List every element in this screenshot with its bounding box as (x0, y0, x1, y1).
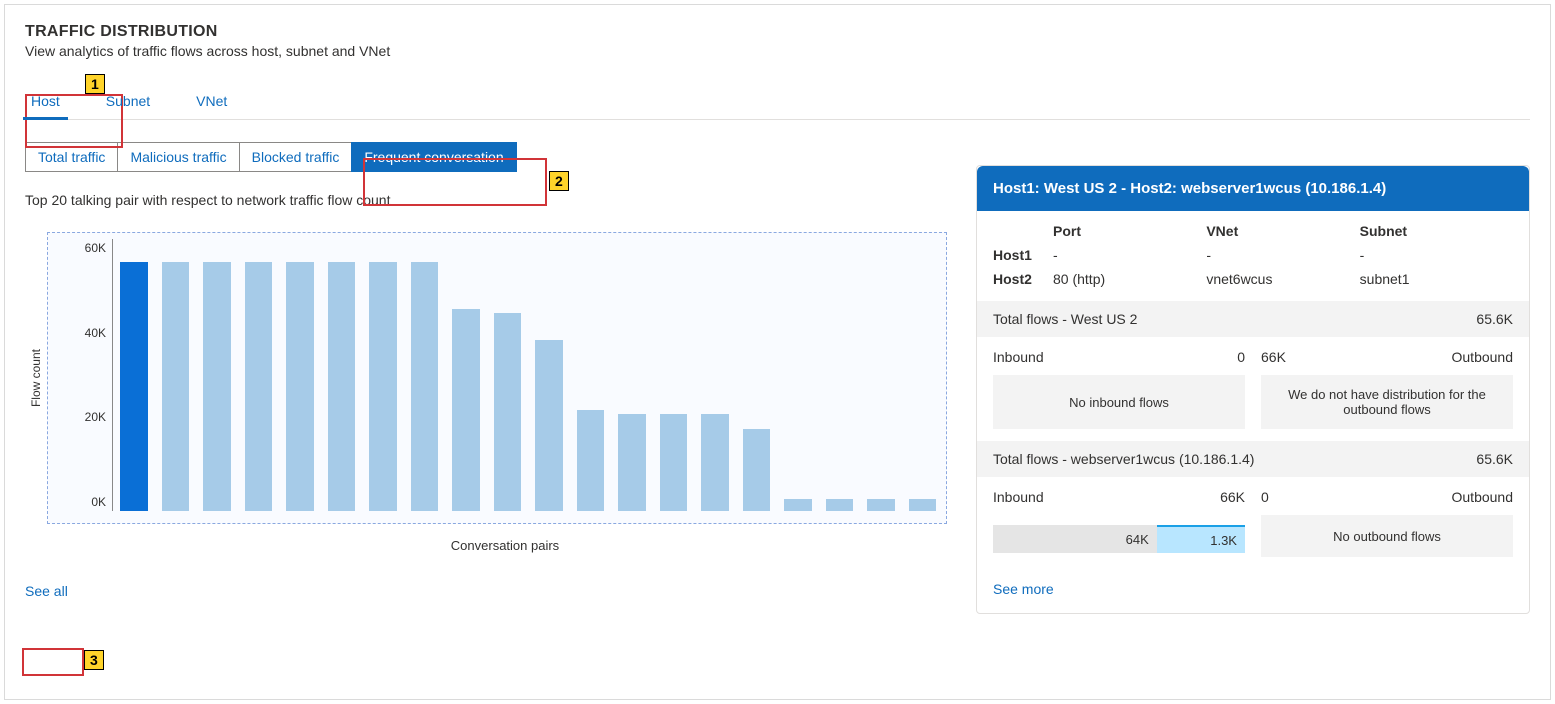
s1-no-inbound-msg: No inbound flows (993, 375, 1245, 429)
scope-tabs: Host Subnet VNet (25, 85, 1530, 120)
chart-bar[interactable] (784, 499, 812, 511)
highlight-3 (22, 648, 84, 676)
host1-subnet: - (1360, 247, 1513, 263)
chart-bar[interactable] (369, 262, 397, 511)
chart-bar[interactable] (701, 414, 729, 511)
chart-bar[interactable] (660, 414, 688, 511)
conversation-pairs-bar-chart[interactable]: 60K 40K 20K 0K (47, 232, 947, 524)
s2-outbound-value: 0 (1261, 489, 1269, 505)
chart-bar[interactable] (494, 313, 522, 511)
see-all-link[interactable]: See all (25, 583, 68, 599)
pill-blocked-traffic[interactable]: Blocked traffic (239, 142, 353, 172)
s2-inbound-value: 66K (1220, 489, 1245, 505)
chart-bar[interactable] (328, 262, 356, 511)
tab-vnet[interactable]: VNet (190, 85, 233, 119)
s2-inbound-label: Inbound (993, 489, 1044, 505)
chart-y-axis-label: Flow count (25, 349, 47, 407)
chart-bar[interactable] (452, 309, 480, 511)
s1-no-dist-msg: We do not have distribution for the outb… (1261, 375, 1513, 429)
tab-host[interactable]: Host (25, 85, 66, 119)
host2-port: 80 (http) (1053, 271, 1206, 287)
s2-no-outbound-msg: No outbound flows (1261, 515, 1513, 557)
card-subtitle: View analytics of traffic flows across h… (25, 43, 1530, 59)
chart-bar[interactable] (162, 262, 190, 511)
conversation-detail-panel: Host1: West US 2 - Host2: webserver1wcus… (976, 165, 1530, 614)
chart-bar[interactable] (203, 262, 231, 511)
s1-outbound-label: Outbound (1452, 349, 1514, 365)
see-more-link[interactable]: See more (993, 581, 1054, 597)
chart-bar[interactable] (618, 414, 646, 511)
chart-bar[interactable] (867, 499, 895, 511)
chart-bar[interactable] (245, 262, 273, 511)
annotation-badge-3: 3 (84, 650, 104, 670)
s2-outbound-label: Outbound (1452, 489, 1514, 505)
chart-bar[interactable] (909, 499, 937, 511)
s1-outbound-value: 66K (1261, 349, 1286, 365)
col-port: Port (1053, 223, 1206, 239)
chart-x-axis-label: Conversation pairs (25, 538, 985, 553)
pill-total-traffic[interactable]: Total traffic (25, 142, 118, 172)
section2-header: Total flows - webserver1wcus (10.186.1.4… (977, 441, 1529, 477)
s1-inbound-label: Inbound (993, 349, 1044, 365)
s2-inbound-split-bar: 64K 1.3K (993, 525, 1245, 553)
row-host1-label: Host1 (993, 247, 1053, 263)
host2-subnet: subnet1 (1360, 271, 1513, 287)
host1-vnet: - (1206, 247, 1359, 263)
traffic-distribution-card: TRAFFIC DISTRIBUTION View analytics of t… (4, 4, 1551, 700)
pill-malicious-traffic[interactable]: Malicious traffic (117, 142, 239, 172)
s1-inbound-value: 0 (1237, 349, 1245, 365)
card-title: TRAFFIC DISTRIBUTION (25, 23, 1530, 41)
chart-bar[interactable] (120, 262, 148, 511)
pill-frequent-conversation[interactable]: Frequent conversation (351, 142, 516, 172)
host2-vnet: vnet6wcus (1206, 271, 1359, 287)
chart-bar[interactable] (286, 262, 314, 511)
chart-y-tick: 0K (58, 495, 106, 509)
annotation-badge-2: 2 (549, 171, 569, 191)
tab-subnet[interactable]: Subnet (100, 85, 156, 119)
detail-header: Host1: West US 2 - Host2: webserver1wcus… (977, 166, 1529, 211)
chart-y-axis-line (112, 239, 113, 511)
chart-bar[interactable] (743, 429, 771, 511)
col-vnet: VNet (1206, 223, 1359, 239)
chart-bar[interactable] (826, 499, 854, 511)
host1-port: - (1053, 247, 1206, 263)
row-host2-label: Host2 (993, 271, 1053, 287)
chart-y-tick: 40K (58, 326, 106, 340)
chart-bar[interactable] (535, 340, 563, 511)
chart-bar[interactable] (577, 410, 605, 511)
chart-y-tick: 20K (58, 410, 106, 424)
col-subnet: Subnet (1360, 223, 1513, 239)
section1-header: Total flows - West US 2 65.6K (977, 301, 1529, 337)
chart-bar[interactable] (411, 262, 439, 511)
chart-y-tick: 60K (58, 241, 106, 255)
